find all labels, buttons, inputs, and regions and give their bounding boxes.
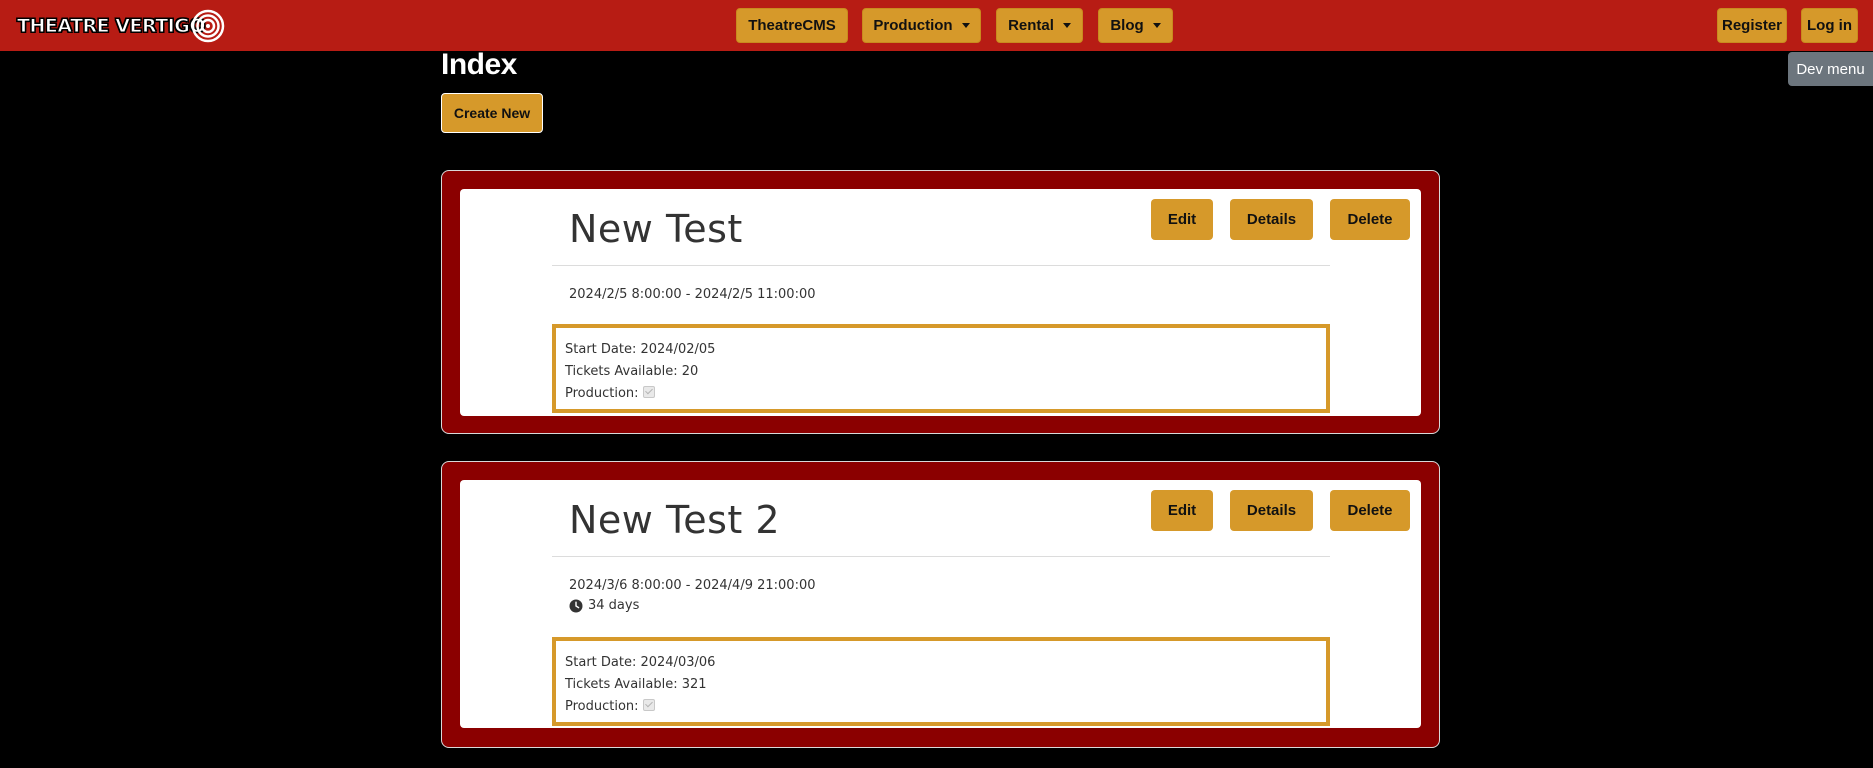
divider (552, 265, 1330, 266)
divider (552, 556, 1330, 557)
event-title: New Test (569, 207, 743, 251)
production-checkbox (642, 699, 655, 711)
navbar: THEATRE VERTIGO TheatreCMS Production Re… (0, 0, 1873, 51)
delete-label: Delete (1347, 502, 1393, 519)
duration-value: 34 days (588, 598, 640, 613)
register-label: Register (1721, 17, 1783, 34)
clock-icon (569, 599, 583, 612)
brand-name: THEATRE VERTIGO (17, 15, 207, 38)
production-label: Production: (565, 386, 639, 401)
caret-down-icon (961, 23, 970, 28)
production-row: Production: (565, 383, 1326, 405)
production-row: Production: (565, 696, 1326, 718)
details-button[interactable]: Details (1230, 199, 1313, 240)
swirl-icon (191, 9, 225, 43)
start-date-value: 2024/03/06 (640, 655, 716, 670)
tickets-label: Tickets Available: (565, 364, 682, 379)
tickets-value: 20 (681, 364, 699, 379)
delete-button[interactable]: Delete (1330, 199, 1410, 240)
nav-production-dropdown[interactable]: Production (862, 8, 981, 43)
create-new-label: Create New (453, 105, 531, 121)
nav-blog-dropdown[interactable]: Blog (1098, 8, 1173, 43)
caret-down-icon (1062, 23, 1071, 28)
create-new-button[interactable]: Create New (441, 93, 543, 133)
delete-button[interactable]: Delete (1330, 490, 1410, 531)
tickets-row: Tickets Available: 20 (565, 361, 1326, 383)
event-card: New Test 2 Edit Details Delete 2024/3/6 … (441, 461, 1440, 748)
start-date-label: Start Date: (565, 655, 641, 670)
start-date-label: Start Date: (565, 342, 641, 357)
event-date-range: 2024/3/6 8:00:00 - 2024/4/9 21:00:00 (569, 578, 816, 593)
event-card-body: New Test 2 Edit Details Delete 2024/3/6 … (460, 480, 1421, 728)
tickets-row: Tickets Available: 321 (565, 674, 1326, 696)
tickets-value: 321 (681, 677, 707, 692)
register-button[interactable]: Register (1717, 8, 1787, 43)
edit-label: Edit (1167, 502, 1197, 519)
start-date-row: Start Date: 2024/03/06 (565, 652, 1326, 674)
nav-production-label: Production (873, 17, 953, 34)
tickets-label: Tickets Available: (565, 677, 682, 692)
start-date-value: 2024/02/05 (640, 342, 716, 357)
nav-rental-dropdown[interactable]: Rental (996, 8, 1083, 43)
production-label: Production: (565, 699, 639, 714)
dev-menu-button[interactable]: Dev menu (1788, 52, 1873, 86)
edit-button[interactable]: Edit (1151, 199, 1213, 240)
event-card-body: New Test Edit Details Delete 2024/2/5 8:… (460, 189, 1421, 416)
dev-menu-label: Dev menu (1796, 60, 1865, 78)
event-date-range: 2024/2/5 8:00:00 - 2024/2/5 11:00:00 (569, 287, 816, 302)
login-button[interactable]: Log in (1801, 8, 1858, 43)
details-label: Details (1246, 211, 1297, 228)
event-duration: 34 days (569, 598, 639, 613)
login-label: Log in (1807, 17, 1852, 34)
start-date-row: Start Date: 2024/02/05 (565, 339, 1326, 361)
nav-theatrecms-label: TheatreCMS (748, 17, 836, 34)
brand-logo[interactable]: THEATRE VERTIGO (17, 6, 225, 46)
page-title: Index (441, 48, 517, 81)
nav-theatrecms[interactable]: TheatreCMS (736, 8, 848, 43)
details-label: Details (1246, 502, 1297, 519)
event-info-box: Start Date: 2024/02/05 Tickets Available… (552, 324, 1330, 413)
nav-rental-label: Rental (1008, 17, 1054, 34)
edit-label: Edit (1167, 211, 1197, 228)
details-button[interactable]: Details (1230, 490, 1313, 531)
production-checkbox (642, 386, 655, 398)
event-title: New Test 2 (569, 498, 781, 542)
nav-blog-label: Blog (1110, 17, 1144, 34)
event-card: New Test Edit Details Delete 2024/2/5 8:… (441, 170, 1440, 434)
event-info-box: Start Date: 2024/03/06 Tickets Available… (552, 637, 1330, 726)
edit-button[interactable]: Edit (1151, 490, 1213, 531)
delete-label: Delete (1347, 211, 1393, 228)
caret-down-icon (1152, 23, 1161, 28)
